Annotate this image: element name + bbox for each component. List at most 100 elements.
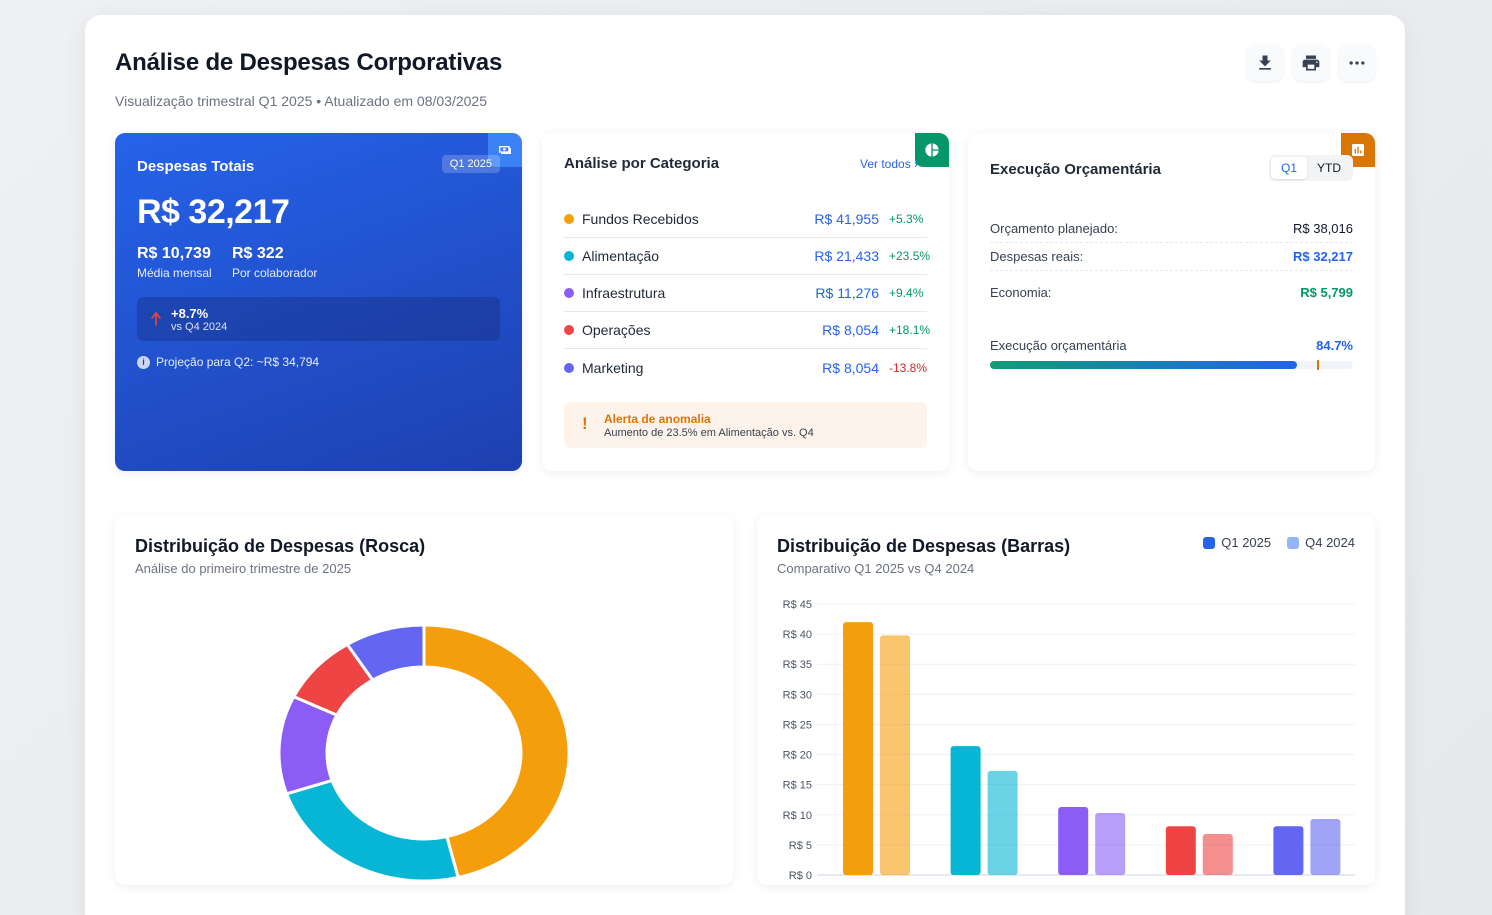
bar-q1-2025-alimenta-o[interactable] [950,746,981,875]
category-dot [564,251,574,261]
y-tick-label: R$ 30 [783,689,812,701]
category-name: Marketing [582,359,644,376]
bar-q4-2024-opera-es[interactable] [1202,834,1233,875]
y-tick-label: R$ 0 [789,870,812,882]
download-icon [1259,55,1271,70]
category-dot [564,325,574,335]
bar-q1-2025-infraestrutura[interactable] [1058,806,1089,875]
y-tick-label: R$ 25 [783,719,812,731]
progress-track [990,360,1353,370]
category-name: Operações [582,322,651,338]
trend-box: +8.7% vs Q4 2024 [137,297,500,341]
y-tick-label: R$ 45 [783,599,812,611]
trend-pct: +8.7% [171,306,209,321]
progress-label: Execução orçamentária [990,338,1127,353]
projection-text: Projeção para Q2: ~R$ 34,794 [156,355,320,369]
budget-marker [1316,360,1319,370]
category-card-title: Análise por Categoria [564,155,720,172]
info-icon: i [137,355,150,369]
category-value: R$ 11,276 [815,285,879,301]
category-dot [564,214,574,224]
category-row[interactable]: Operações R$ 8,054 +18.1% [564,312,931,349]
bar-q1-2025-marketing[interactable] [1273,826,1304,875]
category-change: +5.3% [889,212,924,226]
exec-card-title: Execução Orçamentária [990,161,1161,178]
print-icon [1302,55,1320,71]
savings-row: Economia: R$ 5,799 [990,285,1353,300]
donut-slice-alimenta-o[interactable] [284,778,460,883]
planned-label: Orçamento planejado: [990,221,1118,236]
header-actions [1247,45,1375,81]
view-all-link[interactable]: Ver todos › [860,157,918,171]
actual-label: Despesas reais: [990,249,1084,264]
category-value: R$ 8,054 [822,359,879,376]
category-row[interactable]: Infraestrutura R$ 11,276 +9.4% [564,275,927,312]
budget-execution-card: Execução Orçamentária Q1 YTD Orçamento p… [968,133,1375,471]
warning-icon: ! [582,414,588,433]
total-value: R$ 32,217 [137,193,290,231]
y-tick-label: R$ 35 [783,659,812,671]
more-button[interactable] [1339,45,1375,81]
dashboard-shell: Análise de Despesas Corporativas Visuali… [85,15,1405,915]
total-card-title: Despesas Totais [137,158,255,175]
progress-value: 84.7% [1316,338,1353,353]
tab-ytd[interactable]: YTD [1307,157,1351,179]
category-value: R$ 41,955 [814,211,879,227]
pie-icon [925,143,939,157]
trend-vs: vs Q4 2024 [171,321,228,333]
actual-row: Despesas reais: R$ 32,217 [990,249,1353,271]
category-value: R$ 8,054 [822,322,879,338]
per-employee-label: Por colaborador [232,266,318,280]
more-icon [1349,61,1365,65]
savings-label: Economia: [990,285,1052,300]
category-change: +23.5% [889,249,931,263]
alert-text: Aumento de 23.5% em Alimentação vs. Q4 [604,427,814,439]
category-row[interactable]: Marketing R$ 8,054 -13.8% [564,349,927,386]
y-tick-label: R$ 5 [789,840,812,852]
y-tick-label: R$ 40 [783,629,812,641]
anomaly-alert: ! Alerta de anomalia Aumento de 23.5% em… [564,402,927,448]
category-row[interactable]: Fundos Recebidos R$ 41,955 +5.3% [564,201,927,238]
bar-chart-card: Distribuição de Despesas (Barras) Compar… [757,515,1375,885]
planned-value: R$ 38,016 [1293,221,1353,236]
category-dot [564,288,574,298]
monthly-label: Média mensal [137,266,212,280]
arrow-up-icon [151,312,161,326]
category-dot [564,362,574,373]
bar-q4-2024-fundos-recebidos[interactable] [880,635,910,875]
bar-q4-2024-alimenta-o[interactable] [987,770,1018,875]
y-tick-label: R$ 10 [783,810,812,822]
download-button[interactable] [1247,45,1283,81]
donut-chart-card: Distribuição de Despesas (Rosca) Análise… [115,515,733,885]
chevron-right-icon: › [914,157,919,171]
category-change: +18.1% [889,323,931,337]
monthly-value: R$ 10,739 [137,245,211,262]
y-tick-label: R$ 15 [783,780,812,792]
corner-badge [915,133,949,167]
donut-chart [277,623,571,883]
category-name: Infraestrutura [582,285,666,301]
monthly-average: R$ 10,739 Média mensal [137,245,212,280]
money-icon [499,146,511,154]
bar-q4-2024-marketing[interactable] [1310,818,1341,875]
tab-q1[interactable]: Q1 [1270,157,1307,179]
category-name: Fundos Recebidos [582,211,699,227]
period-toggle: Q1 YTD [1268,155,1353,181]
y-tick-label: R$ 20 [783,750,812,762]
category-row[interactable]: Alimentação R$ 21,433 +23.5% [564,238,931,275]
total-expenses-card: Despesas Totais Q1 2025 R$ 32,217 R$ 10,… [115,133,522,471]
bar-q1-2025-opera-es[interactable] [1165,826,1196,875]
print-button[interactable] [1293,45,1329,81]
bar-q1-2025-fundos-recebidos[interactable] [843,622,873,875]
bar-q4-2024-infraestrutura[interactable] [1095,812,1126,875]
progress-label-row: Execução orçamentária 84.7% [990,338,1353,353]
chart-icon [1352,144,1364,156]
category-change: +9.4% [889,286,924,300]
progress-fill [990,361,1298,369]
category-card: Análise por Categoria Ver todos › Fundos… [542,133,949,471]
category-value: R$ 21,433 [814,248,879,264]
bar-chart: R$ 0 R$ 5 R$ 10 R$ 15 R$ 20 R$ 25 R$ 30 R$ 35 R$… [783,599,1355,882]
planned-row: Orçamento planejado: R$ 38,016 [990,221,1353,243]
per-employee: R$ 322 Por colaborador [232,245,317,280]
alert-title: Alerta de anomalia [604,412,711,426]
